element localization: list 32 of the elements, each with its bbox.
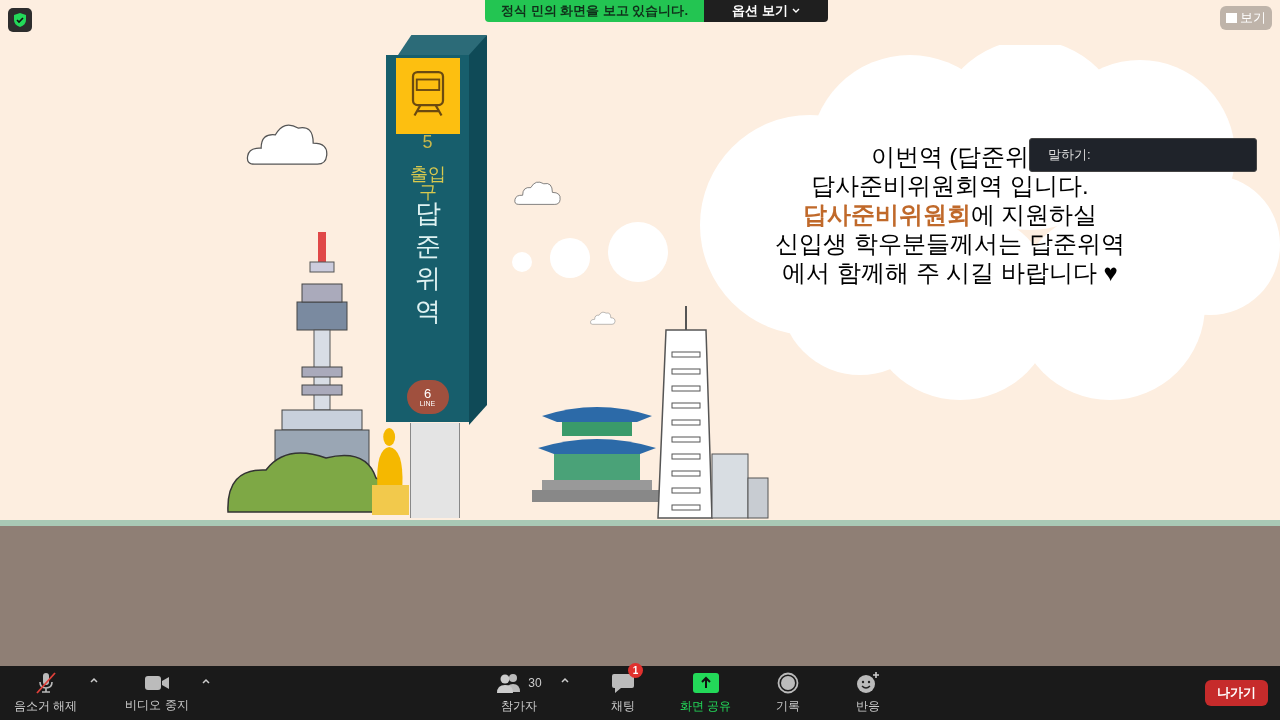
video-button[interactable]: 비디오 중지 — [121, 672, 193, 714]
smiley-plus-icon — [856, 671, 881, 695]
cloud-drawing — [514, 178, 562, 207]
shield-icon — [8, 8, 32, 32]
message-line: 신입생 학우분들께서는 답준위역 — [775, 229, 1125, 258]
mic-button[interactable]: 음소거 해제 — [10, 671, 82, 715]
participant-count: 30 — [528, 675, 542, 692]
message-line: 답사준비위원회역 입니다. — [811, 171, 1089, 200]
leave-button[interactable]: 나가기 — [1205, 680, 1268, 706]
speak-label: 말하기: — [1048, 146, 1091, 165]
share-banner: 정식 민의 화면을 보고 있습니다. — [485, 0, 705, 22]
train-icon — [395, 58, 460, 134]
record-icon — [777, 672, 800, 694]
message-line: 답사준비위원회에 지원하실 — [802, 200, 1098, 229]
caret-icon[interactable] — [560, 675, 570, 685]
sign-exit: 출입구 — [408, 165, 447, 201]
sign-number: 5 — [422, 133, 433, 151]
people-icon — [496, 672, 523, 694]
message-line: 에서 함께해 주 시길 바랍니다 ♥ — [782, 258, 1118, 287]
share-screen-icon — [692, 673, 719, 693]
line-number: 6 — [423, 387, 432, 400]
reactions-button[interactable]: 반응 — [841, 671, 896, 715]
speech-bubble-icon — [611, 672, 635, 694]
caret-icon[interactable] — [89, 675, 100, 685]
message-line: 이번역 (답준위 — [870, 142, 1030, 171]
view-options-button[interactable]: 옵션 보기 — [704, 0, 828, 22]
record-button[interactable]: 기록 — [761, 671, 816, 715]
chevron-down-icon — [791, 7, 800, 15]
caret-icon[interactable] — [200, 676, 211, 686]
share-button[interactable]: 화면 공유 — [676, 671, 736, 715]
cloud-drawing — [590, 310, 616, 326]
participants-button[interactable]: 30 참가자 — [492, 671, 546, 715]
